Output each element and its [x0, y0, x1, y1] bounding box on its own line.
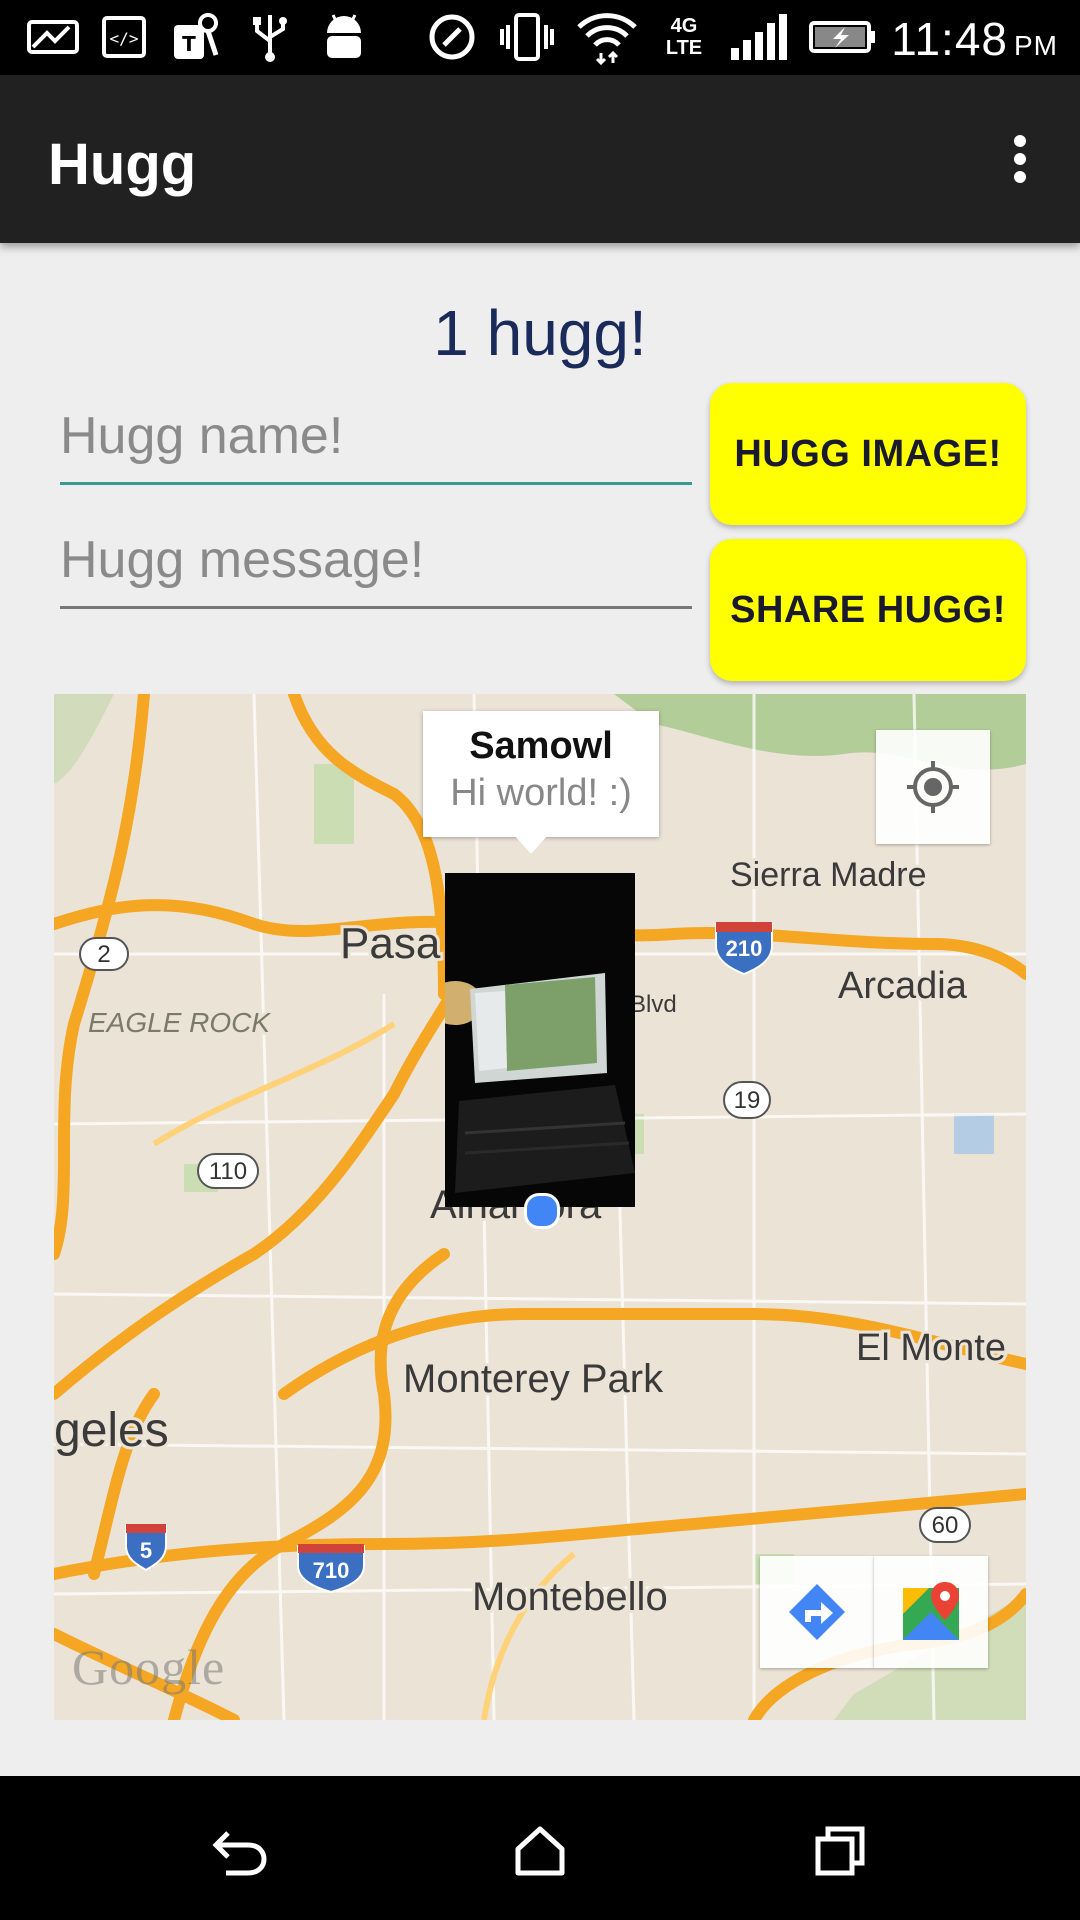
- wifi-icon: [574, 10, 640, 65]
- home-button[interactable]: [490, 1806, 590, 1896]
- svg-text:T: T: [182, 32, 196, 56]
- directions-icon: [789, 1584, 845, 1640]
- hugg-name-input[interactable]: [60, 396, 692, 476]
- recents-icon: [815, 1826, 865, 1876]
- shield-19-label: 19: [734, 1087, 761, 1114]
- place-arcadia: Arcadia: [838, 965, 968, 1007]
- tmobile-icon: T: [168, 10, 226, 64]
- back-icon: [212, 1831, 267, 1876]
- place-eagle-rock: EAGLE ROCK: [88, 1007, 271, 1038]
- signal-icon: [728, 10, 788, 64]
- app-title: Hugg: [48, 132, 197, 197]
- hugg-photo-marker[interactable]: [445, 873, 635, 1207]
- android-icon: [318, 10, 370, 64]
- shield-210-label: 210: [726, 936, 763, 961]
- back-button[interactable]: [190, 1806, 290, 1896]
- map-view[interactable]: 2 210 19 110 5 710 60 Sierra Madre Pasa …: [54, 694, 1026, 1720]
- network-label: 4G LTE: [665, 15, 703, 59]
- clock-ampm: PM: [1014, 30, 1058, 61]
- shield-710-label: 710: [313, 1558, 350, 1583]
- hugg-message-input[interactable]: [60, 520, 692, 600]
- place-sierra-madre: Sierra Madre: [730, 856, 927, 894]
- clock-time: 11:48: [891, 13, 1008, 65]
- network-4g-icon: 4G LTE: [656, 10, 712, 64]
- hugg-message-field[interactable]: [60, 520, 692, 609]
- app-bar: Hugg: [0, 75, 1080, 243]
- picture-icon: [22, 10, 84, 64]
- place-el-monte: El Monte: [856, 1327, 1006, 1369]
- place-montebello: Montebello: [472, 1575, 668, 1619]
- navigation-bar: [0, 1776, 1080, 1920]
- info-window-pointer: [515, 836, 547, 854]
- hugg-image-button[interactable]: HUGG IMAGE!: [710, 383, 1026, 525]
- shield-60-label: 60: [932, 1512, 959, 1539]
- recents-button[interactable]: [790, 1806, 890, 1896]
- status-bar: </> T 4G LTE 11:48 PM: [0, 0, 1080, 75]
- shield-5-label: 5: [140, 1538, 152, 1563]
- info-window-message: Hi world! :): [450, 772, 632, 814]
- place-los-angeles: geles: [54, 1404, 169, 1457]
- home-icon: [515, 1826, 565, 1876]
- share-hugg-button[interactable]: SHARE HUGG!: [710, 539, 1026, 681]
- code-icon: </>: [98, 10, 150, 64]
- shield-2-label: 2: [97, 941, 110, 968]
- battery-charging-icon: [806, 10, 878, 64]
- svg-text:</>: </>: [110, 29, 139, 48]
- vibrate-icon: [496, 10, 558, 64]
- marker-info-window[interactable]: Samowl Hi world! :): [423, 711, 659, 837]
- info-window-title: Samowl: [469, 725, 613, 767]
- hugg-count: 1 hugg!: [433, 297, 647, 369]
- google-maps-icon: [903, 1582, 959, 1640]
- current-location-dot: [524, 1193, 560, 1229]
- place-monterey-park: Monterey Park: [403, 1357, 664, 1401]
- usb-icon: [244, 10, 296, 64]
- crosshair-icon: [907, 761, 959, 813]
- my-location-button[interactable]: [876, 730, 990, 844]
- overflow-menu-icon[interactable]: [990, 127, 1050, 191]
- google-attribution: Google: [72, 1639, 226, 1695]
- directions-button[interactable]: [760, 1556, 874, 1668]
- nfc-icon: [424, 10, 480, 64]
- place-blvd: Blvd: [630, 991, 677, 1018]
- hugg-name-field[interactable]: [60, 396, 692, 485]
- clock: 11:48 PM: [891, 12, 1058, 66]
- place-pasadena: Pasa: [340, 919, 441, 968]
- shield-110-label: 110: [209, 1158, 247, 1185]
- google-maps-button[interactable]: [874, 1556, 988, 1668]
